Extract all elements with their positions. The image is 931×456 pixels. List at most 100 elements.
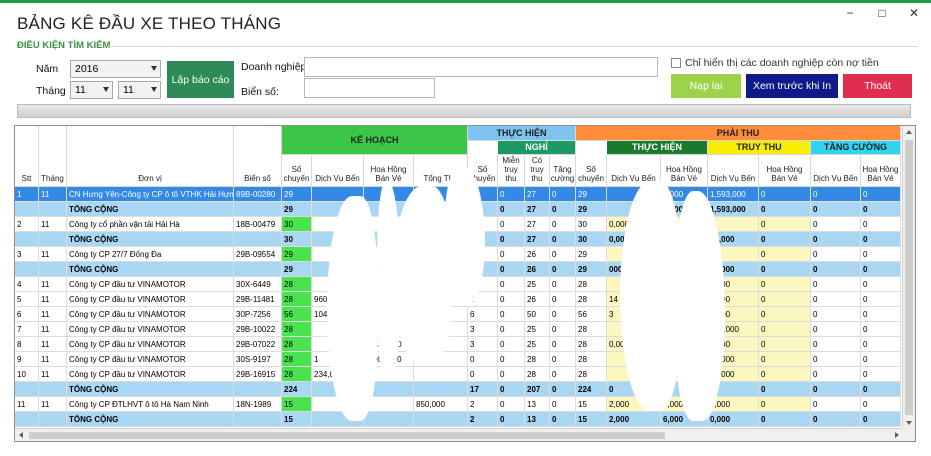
table-cell[interactable]: 9: [15, 352, 39, 367]
checkbox-box[interactable]: [671, 58, 681, 68]
table-cell[interactable]: 850,000: [414, 397, 468, 412]
table-cell[interactable]: 0: [498, 187, 525, 202]
table-cell[interactable]: 11: [39, 322, 67, 337]
table-cell[interactable]: 15: [282, 412, 312, 427]
table-cell[interactable]: 0: [759, 307, 811, 322]
table-cell[interactable]: 0: [498, 367, 525, 382]
table-row[interactable]: 11 11 Công ty CP ĐTLHVT ô tô Hà Nam Ninh 18…: [15, 397, 903, 412]
table-cell[interactable]: 30: [576, 217, 607, 232]
table-cell[interactable]: 0: [498, 232, 525, 247]
table-cell[interactable]: 11: [39, 217, 67, 232]
table-cell[interactable]: 0: [498, 382, 525, 397]
table-cell[interactable]: 28: [525, 367, 550, 382]
table-cell[interactable]: 0: [861, 277, 901, 292]
table-cell[interactable]: 0: [550, 247, 576, 262]
table-cell[interactable]: 11: [39, 187, 67, 202]
table-cell[interactable]: 26: [525, 262, 550, 277]
table-cell[interactable]: Công ty CP đầu tư VINAMOTOR: [67, 277, 234, 292]
table-cell[interactable]: 26: [525, 247, 550, 262]
table-cell[interactable]: 0: [759, 187, 811, 202]
table-cell[interactable]: 18B-00479: [234, 217, 282, 232]
table-cell[interactable]: 224: [576, 382, 607, 397]
table-cell[interactable]: 25: [525, 277, 550, 292]
table-cell[interactable]: 50: [525, 307, 550, 322]
table-cell[interactable]: 30: [282, 232, 312, 247]
table-row[interactable]: 6 11 Công ty CP đầu tư VINAMOTOR 30P-7256 56…: [15, 307, 903, 322]
table-cell[interactable]: [39, 412, 67, 427]
minimize-icon[interactable]: −: [843, 6, 857, 20]
table-cell[interactable]: 28: [576, 292, 607, 307]
table-cell[interactable]: Công ty CP đầu tư VINAMOTOR: [67, 352, 234, 367]
month-from-select[interactable]: 11: [70, 81, 113, 99]
table-cell[interactable]: 0: [811, 352, 861, 367]
column-header[interactable]: Miễn truy thu: [498, 155, 525, 187]
table-cell[interactable]: 0: [468, 352, 498, 367]
table-cell[interactable]: 0: [861, 307, 901, 322]
close-icon[interactable]: ✕: [907, 6, 921, 20]
table-cell[interactable]: [234, 382, 282, 397]
table-cell[interactable]: 29B-16915: [234, 367, 282, 382]
column-header[interactable]: Hoa Hồng Bán Vé: [661, 155, 708, 187]
table-cell[interactable]: 13: [525, 412, 550, 427]
table-cell[interactable]: 0: [550, 337, 576, 352]
table-cell[interactable]: 15: [576, 397, 607, 412]
table-cell[interactable]: 6: [15, 307, 39, 322]
column-header[interactable]: Số chuyến: [282, 155, 312, 187]
table-cell[interactable]: 4: [15, 277, 39, 292]
table-cell[interactable]: 29B-11481: [234, 292, 282, 307]
table-cell[interactable]: 11: [39, 247, 67, 262]
table-cell[interactable]: 0: [861, 292, 901, 307]
table-cell[interactable]: 0: [759, 262, 811, 277]
table-cell[interactable]: 15: [576, 412, 607, 427]
table-cell[interactable]: 0: [498, 277, 525, 292]
table-cell[interactable]: 0: [498, 202, 525, 217]
table-cell[interactable]: 30: [576, 232, 607, 247]
column-header[interactable]: Dịch Vụ Bến: [312, 155, 364, 187]
table-cell[interactable]: 30X-6449: [234, 277, 282, 292]
table-cell[interactable]: [39, 202, 67, 217]
table-cell[interactable]: [15, 232, 39, 247]
table-cell[interactable]: 0: [811, 322, 861, 337]
table-cell[interactable]: 89B-00280: [234, 187, 282, 202]
table-cell[interactable]: TỔNG CỘNG: [67, 232, 234, 247]
table-cell[interactable]: 28: [576, 337, 607, 352]
table-cell[interactable]: 29: [282, 247, 312, 262]
table-row[interactable]: 10 11 Công ty CP đầu tư VINAMOTOR 29B-16915…: [15, 367, 903, 382]
table-cell[interactable]: 0: [550, 217, 576, 232]
column-header[interactable]: Hoa Hồng Bán Vé: [759, 155, 811, 187]
table-cell[interactable]: 0: [811, 307, 861, 322]
table-cell[interactable]: 0: [861, 382, 901, 397]
table-cell[interactable]: 0: [861, 187, 901, 202]
table-cell[interactable]: [15, 382, 39, 397]
table-cell[interactable]: 13: [525, 397, 550, 412]
horizontal-scrollbar[interactable]: [15, 428, 903, 441]
table-cell[interactable]: 3: [15, 247, 39, 262]
table-cell[interactable]: 27: [525, 187, 550, 202]
table-cell[interactable]: 0: [861, 217, 901, 232]
table-cell[interactable]: 29B-10022: [234, 322, 282, 337]
table-cell[interactable]: 29: [576, 202, 607, 217]
table-cell[interactable]: [234, 202, 282, 217]
table-cell[interactable]: [414, 367, 468, 382]
table-cell[interactable]: 0: [498, 322, 525, 337]
table-cell[interactable]: 0: [759, 337, 811, 352]
table-cell[interactable]: 0: [861, 412, 901, 427]
table-cell[interactable]: 0: [498, 397, 525, 412]
table-cell[interactable]: [234, 232, 282, 247]
table-cell[interactable]: 28: [282, 292, 312, 307]
table-cell[interactable]: 0: [811, 337, 861, 352]
table-cell[interactable]: 17: [468, 382, 498, 397]
column-header[interactable]: Có truy thu: [525, 155, 550, 187]
column-header[interactable]: Stt: [15, 126, 39, 187]
table-cell[interactable]: 3: [468, 322, 498, 337]
table-cell[interactable]: 1: [15, 187, 39, 202]
table-cell[interactable]: 27: [525, 202, 550, 217]
table-cell[interactable]: 0: [861, 247, 901, 262]
table-cell[interactable]: Công ty CP 27/7 Đống Đa: [67, 247, 234, 262]
table-cell[interactable]: TỔNG CỘNG: [67, 412, 234, 427]
table-cell[interactable]: 0: [861, 232, 901, 247]
table-cell[interactable]: Công ty CP đầu tư VINAMOTOR: [67, 322, 234, 337]
table-cell[interactable]: 0: [550, 202, 576, 217]
column-header[interactable]: Tháng: [39, 126, 67, 187]
scroll-right-icon[interactable]: [895, 432, 899, 438]
